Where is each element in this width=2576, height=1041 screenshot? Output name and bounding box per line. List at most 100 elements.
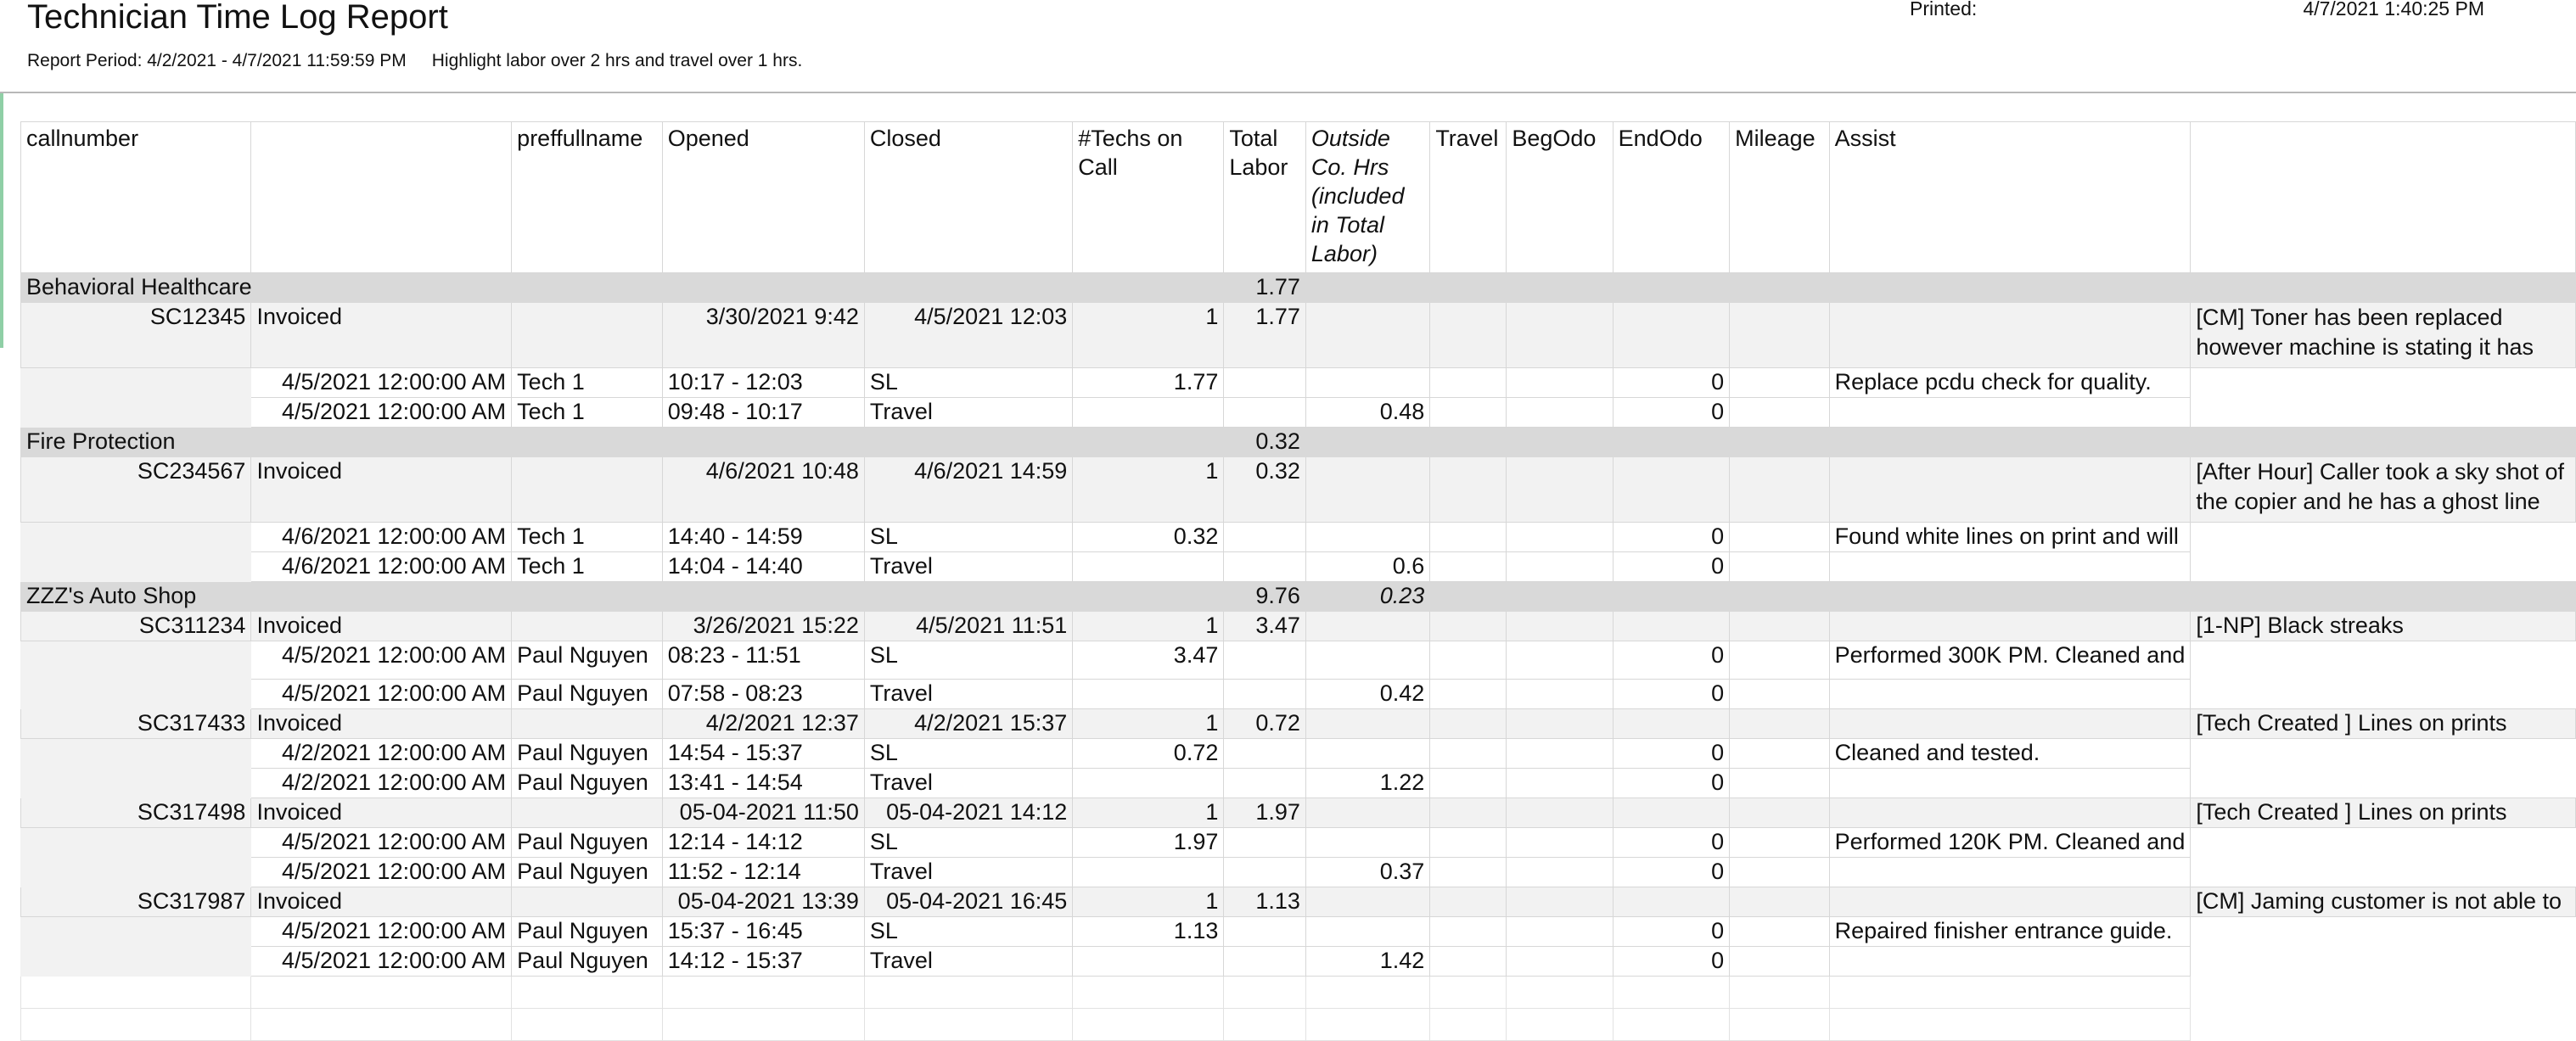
entry-travel[interactable] xyxy=(1305,641,1431,680)
entry-mileage[interactable]: 0 xyxy=(1612,916,1731,947)
entry-note[interactable] xyxy=(1828,397,2192,428)
col-header-mileage[interactable]: Mileage xyxy=(1729,121,1830,273)
group-name[interactable]: ZZZ's Auto Shop xyxy=(20,581,1225,612)
entry-outside-hrs[interactable] xyxy=(1223,768,1306,798)
entry-time[interactable]: 09:48 - 10:17 xyxy=(661,397,865,428)
entry-note[interactable]: Repaired finisher entrance guide. xyxy=(1828,916,2192,947)
empty-cell[interactable] xyxy=(250,976,513,1009)
call-opened[interactable]: 05-04-2021 13:39 xyxy=(661,887,865,917)
call-techs-on-call[interactable]: 1 xyxy=(1072,611,1225,641)
entry-begodo[interactable] xyxy=(1429,857,1507,887)
col-header-total-labor[interactable]: Total Labor xyxy=(1223,121,1306,273)
empty-cell[interactable] xyxy=(1072,976,1225,1009)
entry-mileage[interactable]: 0 xyxy=(1612,946,1731,977)
col-header-preffullname[interactable]: preffullname xyxy=(511,121,663,273)
entry-assist[interactable] xyxy=(1729,551,1830,582)
entry-labor[interactable]: 0.32 xyxy=(1072,522,1225,552)
call-techs-on-call[interactable]: 1 xyxy=(1072,302,1225,368)
call-travel[interactable] xyxy=(1429,302,1507,368)
entry-travel[interactable] xyxy=(1305,367,1431,398)
call-mileage[interactable] xyxy=(1729,887,1830,917)
call-begodo[interactable] xyxy=(1506,456,1614,523)
col-header-callnumber[interactable]: callnumber xyxy=(20,121,252,273)
entry-tech[interactable]: Paul Nguyen xyxy=(511,946,663,977)
empty-cell[interactable] xyxy=(1223,1008,1306,1041)
call-total-labor[interactable]: 0.72 xyxy=(1223,708,1306,739)
call-travel[interactable] xyxy=(1429,611,1507,641)
entry-mileage[interactable]: 0 xyxy=(1612,857,1731,887)
empty-cell[interactable] xyxy=(1729,976,1830,1009)
entry-mileage[interactable]: 0 xyxy=(1612,738,1731,769)
call-closed[interactable]: 05-04-2021 14:12 xyxy=(863,798,1074,828)
entry-labor[interactable]: 1.77 xyxy=(1072,367,1225,398)
entry-outside-hrs[interactable] xyxy=(1223,738,1306,769)
call-mileage[interactable] xyxy=(1729,302,1830,368)
call-begodo[interactable] xyxy=(1506,798,1614,828)
call-total-labor[interactable]: 1.97 xyxy=(1223,798,1306,828)
call-closed[interactable]: 4/6/2021 14:59 xyxy=(863,456,1074,523)
entry-assist[interactable] xyxy=(1729,397,1830,428)
group-empty-cell[interactable] xyxy=(1729,427,1830,457)
col-header-opened[interactable]: Opened xyxy=(661,121,865,273)
entry-note[interactable] xyxy=(1828,768,2192,798)
entry-tech[interactable]: Tech 1 xyxy=(511,397,663,428)
call-tech-empty[interactable] xyxy=(511,611,663,641)
group-empty-cell[interactable] xyxy=(2190,272,2576,303)
entry-begodo[interactable] xyxy=(1429,641,1507,680)
entry-labor[interactable]: 0.72 xyxy=(1072,738,1225,769)
entry-date[interactable]: 4/5/2021 12:00:00 AM xyxy=(250,946,513,977)
call-techs-on-call[interactable]: 1 xyxy=(1072,798,1225,828)
group-empty-cell[interactable] xyxy=(2190,581,2576,612)
empty-cell[interactable] xyxy=(863,1008,1074,1041)
entry-time[interactable]: 15:37 - 16:45 xyxy=(661,916,865,947)
entry-begodo[interactable] xyxy=(1429,679,1507,709)
entry-time[interactable]: 14:12 - 15:37 xyxy=(661,946,865,977)
entry-tech[interactable]: Paul Nguyen xyxy=(511,738,663,769)
entry-note[interactable]: Performed 120K PM. Cleaned and xyxy=(1828,827,2192,858)
entry-outside-hrs[interactable] xyxy=(1223,551,1306,582)
entry-date[interactable]: 4/6/2021 12:00:00 AM xyxy=(250,551,513,582)
entry-assist[interactable] xyxy=(1729,522,1830,552)
entry-indent[interactable] xyxy=(20,768,252,798)
entry-assist[interactable] xyxy=(1729,367,1830,398)
entry-labor[interactable]: 1.13 xyxy=(1072,916,1225,947)
entry-assist[interactable] xyxy=(1729,641,1830,680)
entry-indent[interactable] xyxy=(20,679,252,709)
col-header-endodo[interactable]: EndOdo xyxy=(1612,121,1731,273)
entry-date[interactable]: 4/2/2021 12:00:00 AM xyxy=(250,768,513,798)
col-header-assist[interactable]: Assist xyxy=(1828,121,2192,273)
call-techs-on-call[interactable]: 1 xyxy=(1072,887,1225,917)
entry-type[interactable]: Travel xyxy=(863,946,1074,977)
call-note[interactable]: [1-NP] Black streaks xyxy=(2190,611,2576,641)
group-name[interactable]: Behavioral Healthcare xyxy=(20,272,1225,303)
entry-begodo[interactable] xyxy=(1429,946,1507,977)
call-opened[interactable]: 4/2/2021 12:37 xyxy=(661,708,865,739)
entry-travel[interactable]: 1.22 xyxy=(1305,768,1431,798)
entry-assist[interactable] xyxy=(1729,916,1830,947)
entry-date[interactable]: 4/2/2021 12:00:00 AM xyxy=(250,738,513,769)
call-note[interactable]: [Tech Created ] Lines on prints xyxy=(2190,708,2576,739)
entry-labor[interactable] xyxy=(1072,679,1225,709)
call-tech-empty[interactable] xyxy=(511,456,663,523)
entry-assist[interactable] xyxy=(1729,768,1830,798)
entry-tech[interactable]: Paul Nguyen xyxy=(511,916,663,947)
empty-cell[interactable] xyxy=(20,976,252,1009)
col-header-status[interactable] xyxy=(250,121,513,273)
call-note[interactable]: [After Hour] Caller took a sky shot of t… xyxy=(2190,456,2576,523)
group-empty-cell[interactable] xyxy=(1828,272,2192,303)
call-outside-hrs[interactable] xyxy=(1305,798,1431,828)
call-total-labor[interactable]: 1.77 xyxy=(1223,302,1306,368)
col-header-notes[interactable] xyxy=(2190,121,2576,273)
group-total-labor[interactable]: 9.76 xyxy=(1223,581,1306,612)
entry-indent[interactable] xyxy=(20,397,252,428)
group-empty-cell[interactable] xyxy=(1612,272,1731,303)
entry-type[interactable]: Travel xyxy=(863,857,1074,887)
entry-labor[interactable] xyxy=(1072,397,1225,428)
entry-begodo[interactable] xyxy=(1429,522,1507,552)
call-total-labor[interactable]: 1.13 xyxy=(1223,887,1306,917)
entry-mileage[interactable]: 0 xyxy=(1612,679,1731,709)
empty-cell[interactable] xyxy=(1506,1008,1614,1041)
entry-type[interactable]: SL xyxy=(863,827,1074,858)
call-tech-empty[interactable] xyxy=(511,798,663,828)
empty-cell[interactable] xyxy=(661,1008,865,1041)
